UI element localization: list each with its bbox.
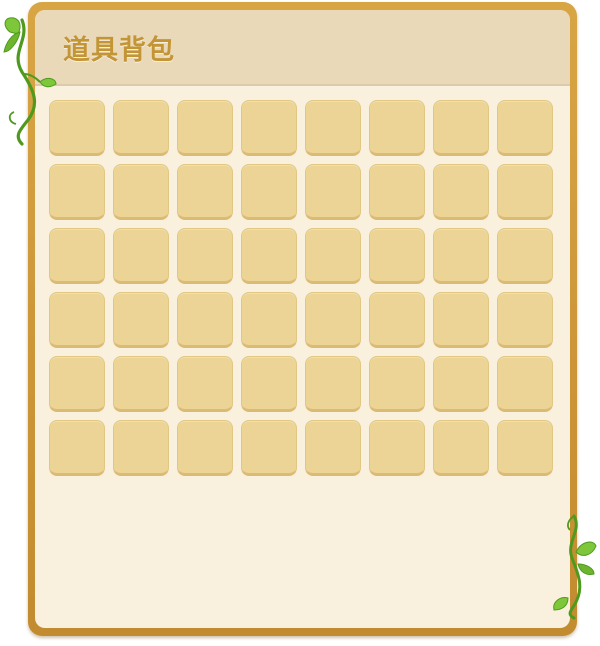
inventory-slot[interactable] <box>305 356 361 412</box>
inventory-slot[interactable] <box>497 164 553 220</box>
inventory-slot[interactable] <box>369 292 425 348</box>
inventory-slot[interactable] <box>497 420 553 476</box>
inventory-slot[interactable] <box>49 420 105 476</box>
inventory-slot[interactable] <box>369 164 425 220</box>
inventory-slot[interactable] <box>177 228 233 284</box>
inventory-slot[interactable] <box>49 100 105 156</box>
inventory-slot[interactable] <box>433 356 489 412</box>
inventory-slot[interactable] <box>369 420 425 476</box>
inventory-slot[interactable] <box>177 164 233 220</box>
inventory-panel-body: 道具背包 <box>35 10 570 628</box>
inventory-slot[interactable] <box>241 100 297 156</box>
inventory-slot[interactable] <box>113 420 169 476</box>
inventory-slot[interactable] <box>113 100 169 156</box>
inventory-slot[interactable] <box>497 292 553 348</box>
inventory-slot[interactable] <box>433 228 489 284</box>
inventory-slot[interactable] <box>433 100 489 156</box>
panel-title: 道具背包 <box>63 35 175 66</box>
inventory-slot[interactable] <box>177 356 233 412</box>
inventory-slot[interactable] <box>369 356 425 412</box>
inventory-slot[interactable] <box>433 164 489 220</box>
inventory-slot[interactable] <box>433 292 489 348</box>
inventory-slot[interactable] <box>113 356 169 412</box>
inventory-slot[interactable] <box>113 292 169 348</box>
inventory-slot[interactable] <box>49 292 105 348</box>
inventory-slot[interactable] <box>305 292 361 348</box>
inventory-slot[interactable] <box>177 100 233 156</box>
inventory-slot[interactable] <box>433 420 489 476</box>
inventory-slot[interactable] <box>241 164 297 220</box>
inventory-slot[interactable] <box>369 228 425 284</box>
inventory-grid <box>49 100 553 476</box>
inventory-slot[interactable] <box>305 228 361 284</box>
inventory-slot[interactable] <box>497 228 553 284</box>
inventory-slot[interactable] <box>369 100 425 156</box>
inventory-slot[interactable] <box>241 228 297 284</box>
inventory-slot[interactable] <box>497 100 553 156</box>
inventory-slot[interactable] <box>241 420 297 476</box>
inventory-slot[interactable] <box>49 228 105 284</box>
inventory-slot[interactable] <box>49 164 105 220</box>
inventory-slot[interactable] <box>305 420 361 476</box>
inventory-slot[interactable] <box>241 292 297 348</box>
inventory-slot[interactable] <box>177 420 233 476</box>
inventory-slot[interactable] <box>305 100 361 156</box>
panel-header: 道具背包 <box>35 10 570 86</box>
inventory-slot[interactable] <box>305 164 361 220</box>
inventory-slot[interactable] <box>177 292 233 348</box>
inventory-slot[interactable] <box>241 356 297 412</box>
inventory-slot[interactable] <box>113 228 169 284</box>
inventory-slot[interactable] <box>113 164 169 220</box>
inventory-panel: 道具背包 <box>28 2 577 636</box>
inventory-slot[interactable] <box>49 356 105 412</box>
inventory-slot[interactable] <box>497 356 553 412</box>
